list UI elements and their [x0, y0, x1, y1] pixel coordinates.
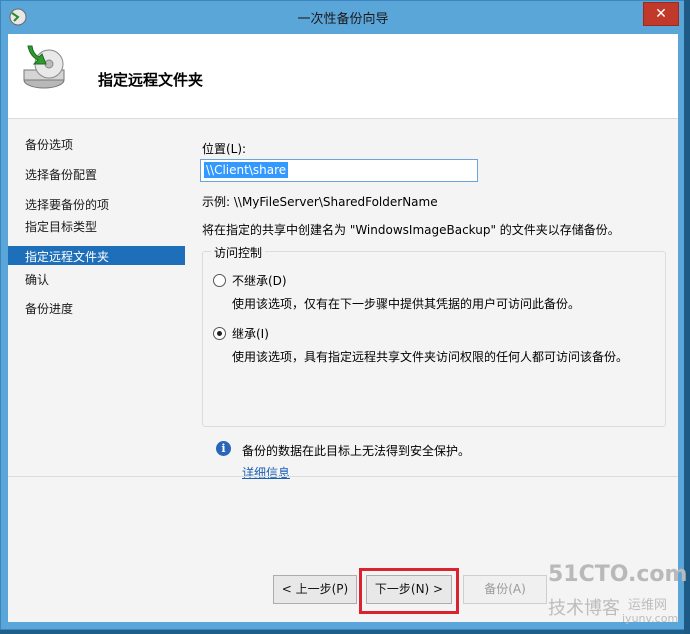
step-backup-options[interactable]: 备份选项	[25, 136, 73, 153]
watermark-tech-blog: 技术博客	[548, 598, 620, 619]
access-control-group: 访问控制 不继承(D) 使用该选项，仅有在下一步骤中提供其凭据的用户可访问此备份…	[202, 244, 666, 427]
backup-button[interactable]: 备份(A)	[463, 575, 547, 604]
inherit-radio[interactable]	[213, 327, 226, 340]
backup-disk-icon	[23, 45, 65, 89]
location-value: \\Client\share	[204, 162, 289, 178]
step-progress[interactable]: 备份进度	[25, 300, 73, 317]
inherit-label[interactable]: 继承(I)	[232, 325, 269, 342]
page-title: 指定远程文件夹	[98, 71, 204, 89]
access-control-title: 访问控制	[211, 244, 266, 261]
step-target-type[interactable]: 指定目标类型	[25, 218, 97, 235]
security-notice-text: 备份的数据在此目标上无法得到安全保护。	[242, 444, 471, 458]
step-confirm[interactable]: 确认	[25, 271, 49, 288]
wizard-header: 指定远程文件夹	[8, 34, 678, 119]
wizard-client: 指定远程文件夹 备份选项 选择备份配置 选择要备份的项 指定目标类型 指定远程文…	[8, 34, 678, 622]
background-window-edge	[684, 0, 690, 634]
step-select-config[interactable]: 选择备份配置	[25, 166, 97, 183]
wizard-steps-sidebar: 备份选项 选择备份配置 选择要备份的项 指定目标类型 指定远程文件夹 确认 备份…	[8, 119, 188, 622]
inherit-desc: 使用该选项，具有指定远程共享文件夹访问权限的任何人都可访问该备份。	[232, 350, 629, 364]
step-select-items[interactable]: 选择要备份的项	[25, 196, 109, 213]
no-inherit-desc: 使用该选项，仅有在下一步骤中提供其凭据的用户可访问此备份。	[232, 297, 581, 311]
step-remote-folder-selected[interactable]: 指定远程文件夹	[8, 246, 185, 265]
next-button-highlight	[359, 568, 459, 614]
step-remote-folder-label: 指定远程文件夹	[25, 250, 110, 264]
back-button[interactable]: < 上一步(P)	[273, 575, 357, 604]
location-example: 示例: \\MyFileServer\SharedFolderName	[202, 195, 438, 209]
no-inherit-radio[interactable]	[213, 274, 226, 287]
watermark-yunwei: 运维网	[628, 598, 668, 613]
footer-divider	[8, 476, 678, 477]
wizard-content: 位置(L): \\Client\share 示例: \\MyFileServer…	[186, 119, 678, 622]
folder-info-text: 将在指定的共享中创建名为 "WindowsImageBackup" 的文件夹以存…	[202, 223, 620, 237]
window-title: 一次性备份向导	[297, 12, 389, 27]
close-button[interactable]: ✕	[643, 2, 679, 26]
watermark-51cto: 51CTO.com	[548, 562, 688, 587]
wizard-window: 一次性备份向导 ✕ 指定远程文件夹 备份选项 选择备份配置 选择要备份的项 指定…	[0, 0, 686, 630]
watermark-iyunv: iyunv.com	[622, 612, 679, 625]
details-link[interactable]: 详细信息	[242, 464, 290, 481]
title-bar[interactable]: 一次性备份向导 ✕	[1, 1, 685, 33]
security-notice: i 备份的数据在此目标上无法得到安全保护。 详细信息	[202, 435, 664, 497]
location-input[interactable]: \\Client\share	[200, 159, 478, 182]
info-icon: i	[216, 441, 231, 456]
location-label: 位置(L):	[202, 142, 247, 156]
no-inherit-label[interactable]: 不继承(D)	[232, 272, 287, 289]
